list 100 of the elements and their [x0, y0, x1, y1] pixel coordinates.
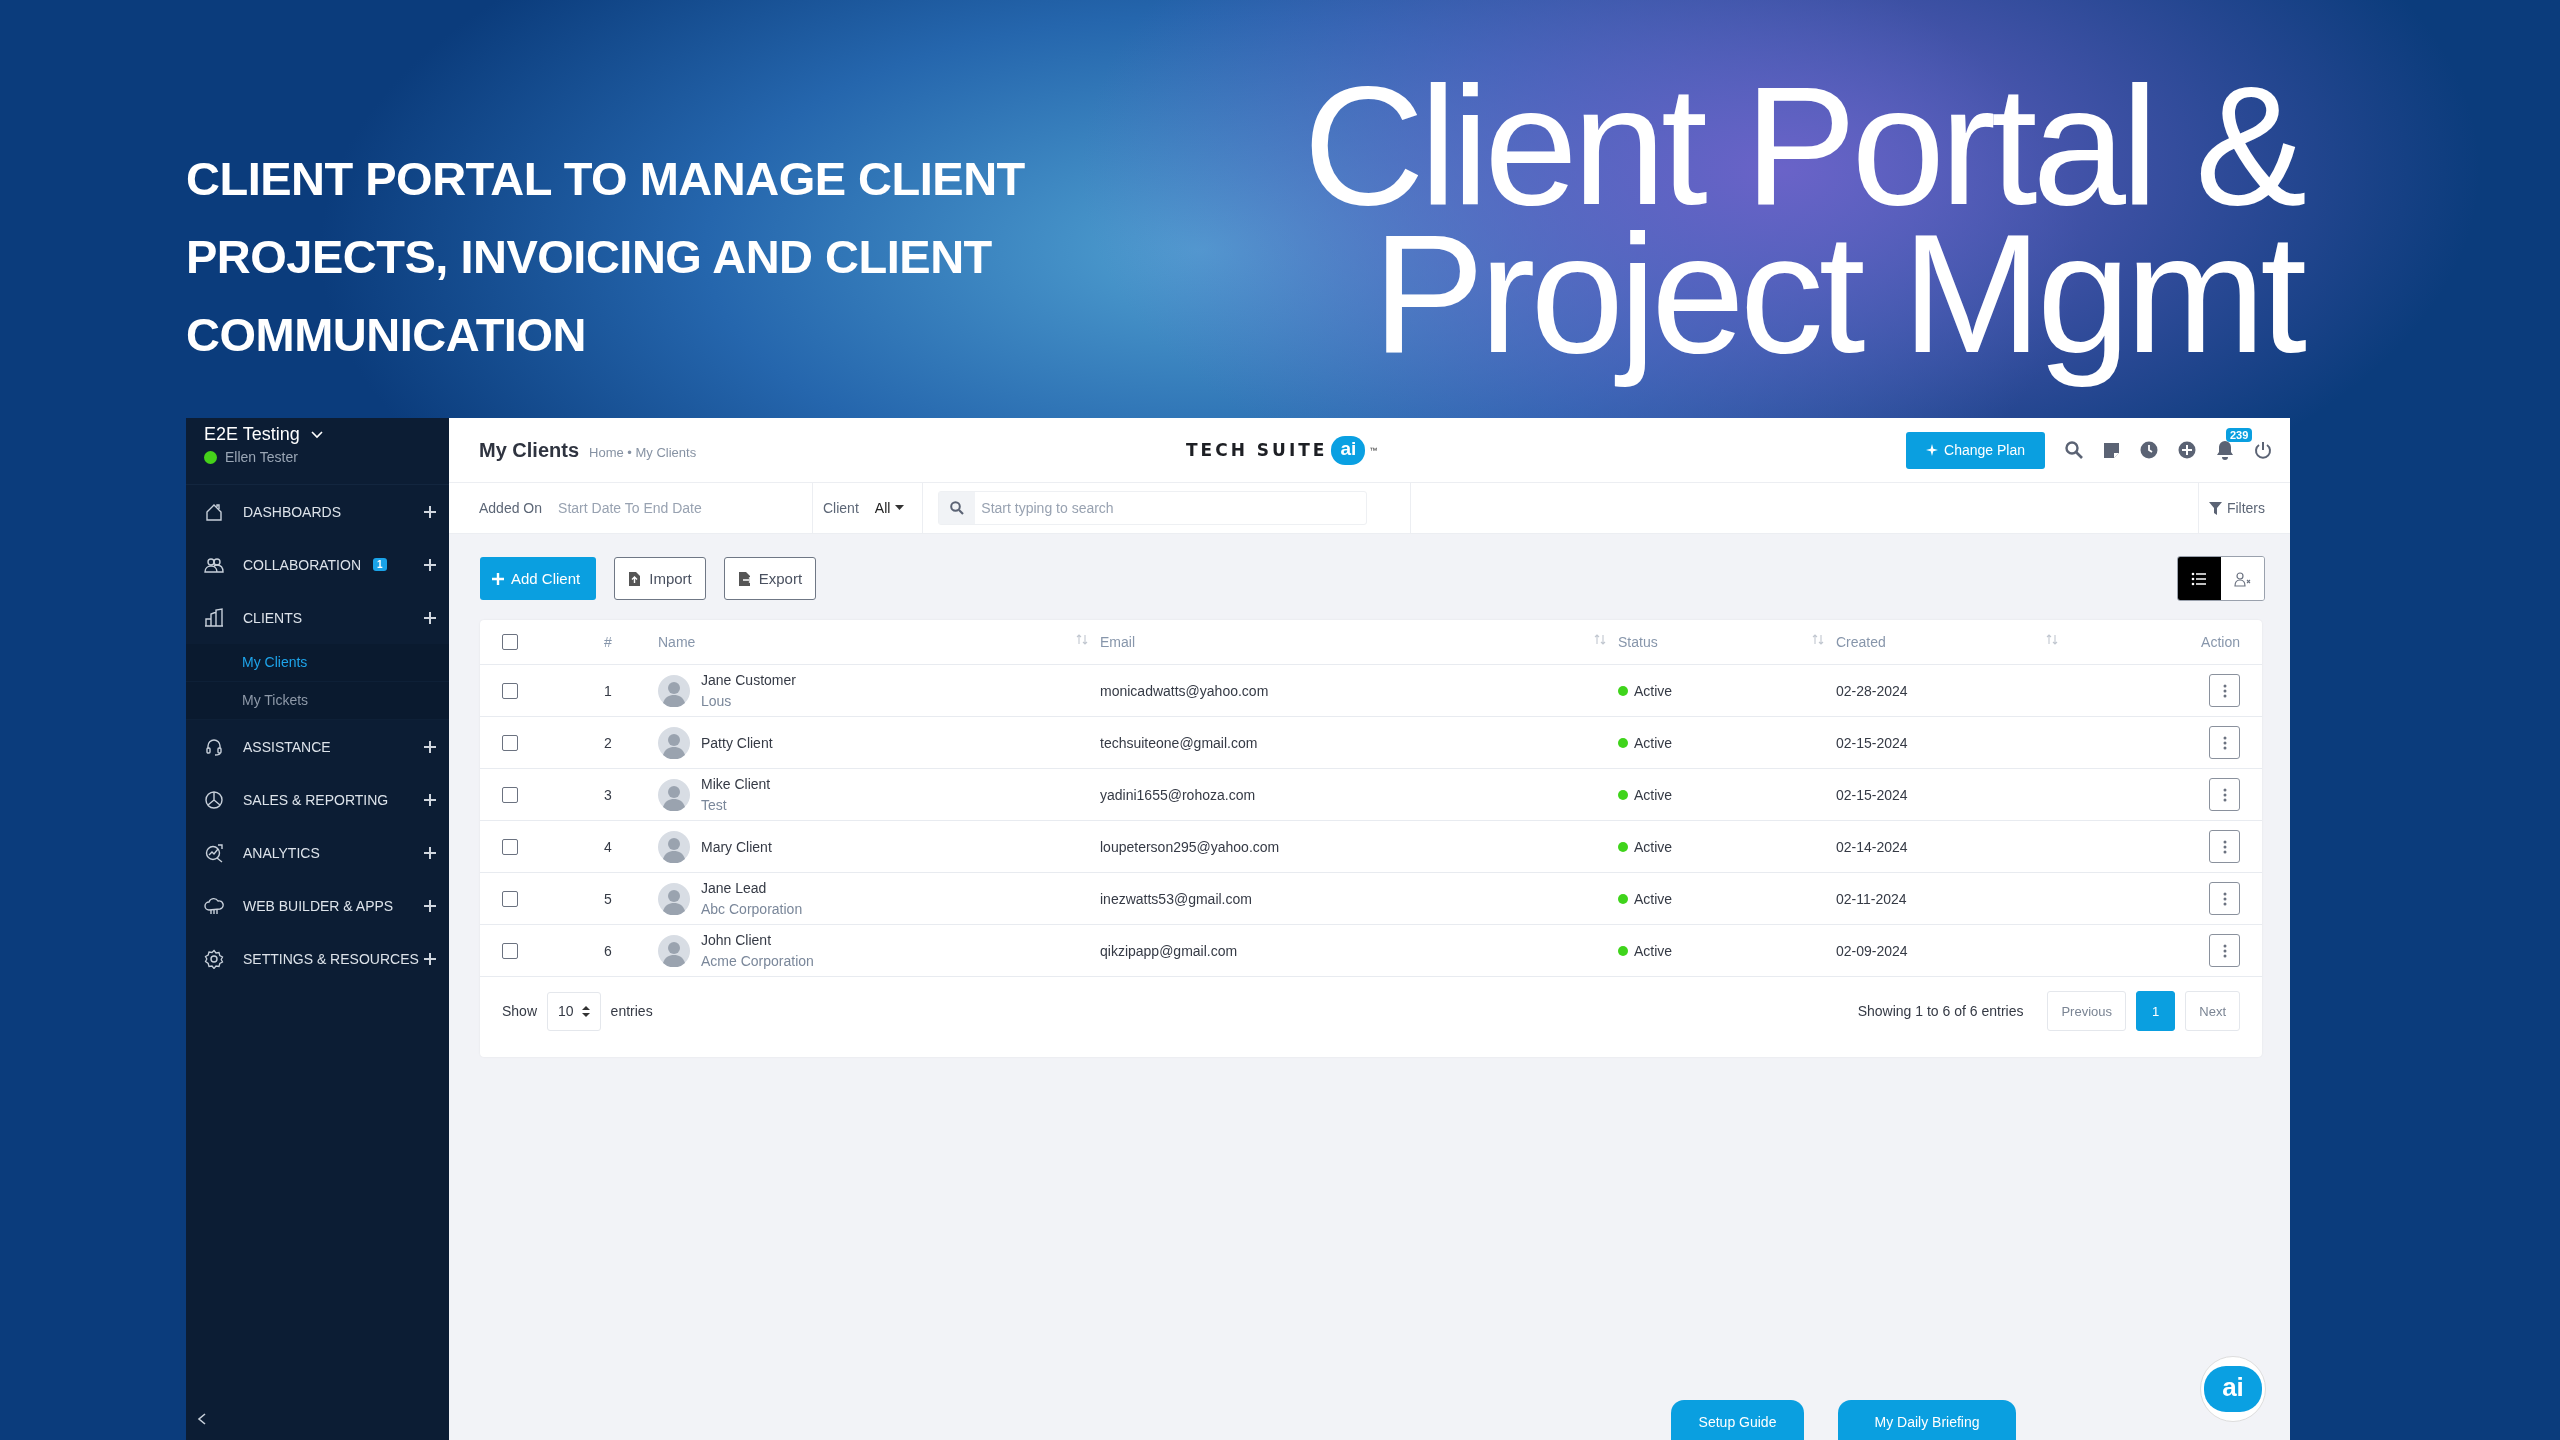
avatar-icon — [658, 674, 690, 707]
power-icon[interactable] — [2254, 441, 2272, 459]
kebab-icon — [2222, 943, 2227, 958]
client-company: Lous — [701, 693, 733, 709]
more-button[interactable] — [2209, 726, 2240, 759]
nav-label[interactable]: CLIENTS — [243, 609, 303, 626]
select-all-checkbox[interactable] — [502, 634, 518, 650]
row-checkbox[interactable] — [502, 838, 518, 855]
client-dropdown[interactable]: All — [874, 500, 905, 516]
row-checkbox[interactable] — [502, 786, 518, 803]
row-checkbox[interactable] — [502, 942, 518, 959]
status-text: Active — [1634, 942, 1673, 959]
created-date: 02-11-2024 — [1836, 890, 1908, 907]
logo-badge: ai — [1331, 435, 1366, 465]
note-icon[interactable] — [2103, 441, 2120, 459]
nav-label[interactable]: COLLABORATION — [243, 556, 361, 573]
created-date: 02-28-2024 — [1836, 682, 1909, 699]
row-checkbox[interactable] — [502, 682, 518, 699]
plus-icon[interactable] — [423, 951, 437, 966]
row-checkbox[interactable] — [502, 890, 518, 907]
column-header: Created — [1836, 634, 1886, 650]
created-date: 02-15-2024 — [1836, 786, 1909, 803]
plus-icon[interactable] — [423, 610, 437, 625]
caret-down-icon — [895, 505, 905, 511]
client-name: Jane Customer — [701, 672, 796, 688]
plus-icon[interactable] — [423, 898, 437, 913]
more-button[interactable] — [2209, 778, 2240, 811]
nav-icon — [204, 842, 224, 863]
nav-label[interactable]: ANALYTICS — [243, 844, 320, 861]
column-header: Name — [658, 634, 696, 650]
plus-circle-icon[interactable] — [2178, 441, 2196, 459]
trademark-mark: ™ — [1369, 445, 1378, 455]
client-email: inezwatts53@gmail.com — [1100, 890, 1253, 907]
client-email: monicadwatts@yahoo.com — [1100, 682, 1270, 699]
row-number: 6 — [604, 942, 613, 959]
client-name: Mike Client — [701, 776, 771, 792]
more-button[interactable] — [2209, 934, 2240, 967]
column-header: Status — [1618, 634, 1658, 650]
search-icon[interactable] — [2065, 441, 2083, 459]
bell-icon[interactable] — [2216, 440, 2234, 460]
plus-icon[interactable] — [423, 504, 437, 519]
nav-label[interactable]: DASHBOARDS — [243, 503, 342, 520]
entries-summary: Showing 1 to 6 of 6 entries — [1857, 1003, 2024, 1019]
kebab-icon — [2222, 787, 2227, 802]
workspace-name: E2E Testing — [204, 424, 300, 445]
nav-icon — [204, 789, 224, 810]
client-company: Acme Corporation — [701, 953, 814, 969]
more-button[interactable] — [2209, 674, 2240, 707]
list-view-button[interactable] — [2178, 557, 2221, 600]
page-size-select[interactable]: 10 — [547, 991, 601, 1031]
row-number: 1 — [604, 682, 613, 699]
nav-label[interactable]: WEB BUILDER & APPS — [243, 897, 394, 914]
entries-label: entries — [610, 1003, 653, 1019]
previous-button[interactable]: Previous — [2047, 991, 2127, 1031]
nav-icon — [204, 607, 224, 628]
nav-label[interactable]: SETTINGS & RESOURCES — [243, 950, 419, 967]
search-icon — [950, 501, 965, 515]
breadcrumb: Home • My Clients — [589, 444, 697, 460]
count-badge: 1 — [373, 558, 387, 571]
more-button[interactable] — [2209, 830, 2240, 863]
file-upload-icon — [628, 571, 643, 586]
client-name: Jane Lead — [701, 880, 768, 896]
avatar-icon — [658, 882, 690, 915]
client-email: loupeterson295@yahoo.com — [1100, 838, 1281, 855]
kebab-icon — [2222, 683, 2227, 698]
client-company: Test — [701, 797, 728, 813]
import-button[interactable]: Import — [614, 557, 706, 600]
plus-icon[interactable] — [423, 557, 437, 572]
clock-icon[interactable] — [2140, 441, 2158, 459]
plus-icon[interactable] — [423, 739, 437, 754]
logo-text: TECH SUITE — [1186, 440, 1328, 460]
search-field[interactable]: Start typing to search — [938, 491, 1368, 525]
avatar-icon — [658, 934, 690, 967]
avatar-icon — [658, 830, 690, 863]
chevron-down-icon[interactable] — [309, 429, 324, 440]
status-text: Active — [1634, 734, 1673, 751]
filters-button[interactable]: Filters — [2198, 500, 2290, 516]
nav-label[interactable]: SALES & REPORTING — [243, 791, 389, 808]
status-text: Active — [1634, 682, 1673, 699]
column-header: # — [604, 634, 612, 650]
row-number: 3 — [604, 786, 613, 803]
kebab-icon — [2222, 735, 2227, 750]
plus-icon[interactable] — [423, 845, 437, 860]
nav-label[interactable]: ASSISTANCE — [243, 738, 331, 755]
client-email: qikzipapp@gmail.com — [1100, 942, 1239, 959]
kebab-icon — [2222, 839, 2227, 854]
user-name: Ellen Tester — [225, 449, 298, 465]
filter-label: Added On — [479, 500, 543, 516]
export-button[interactable]: Export — [723, 557, 817, 600]
client-email: yadini1655@rohoza.com — [1100, 786, 1257, 803]
more-button[interactable] — [2209, 882, 2240, 915]
row-checkbox[interactable] — [502, 734, 518, 751]
chevron-left-icon[interactable] — [196, 1412, 208, 1426]
plus-icon[interactable] — [423, 792, 437, 807]
created-date: 02-15-2024 — [1836, 734, 1909, 751]
avatar-icon — [658, 778, 690, 811]
next-button[interactable]: Next — [2185, 991, 2240, 1031]
sparkle-icon — [1926, 444, 1939, 456]
client-company: Abc Corporation — [701, 901, 803, 917]
nav-icon — [204, 895, 224, 916]
